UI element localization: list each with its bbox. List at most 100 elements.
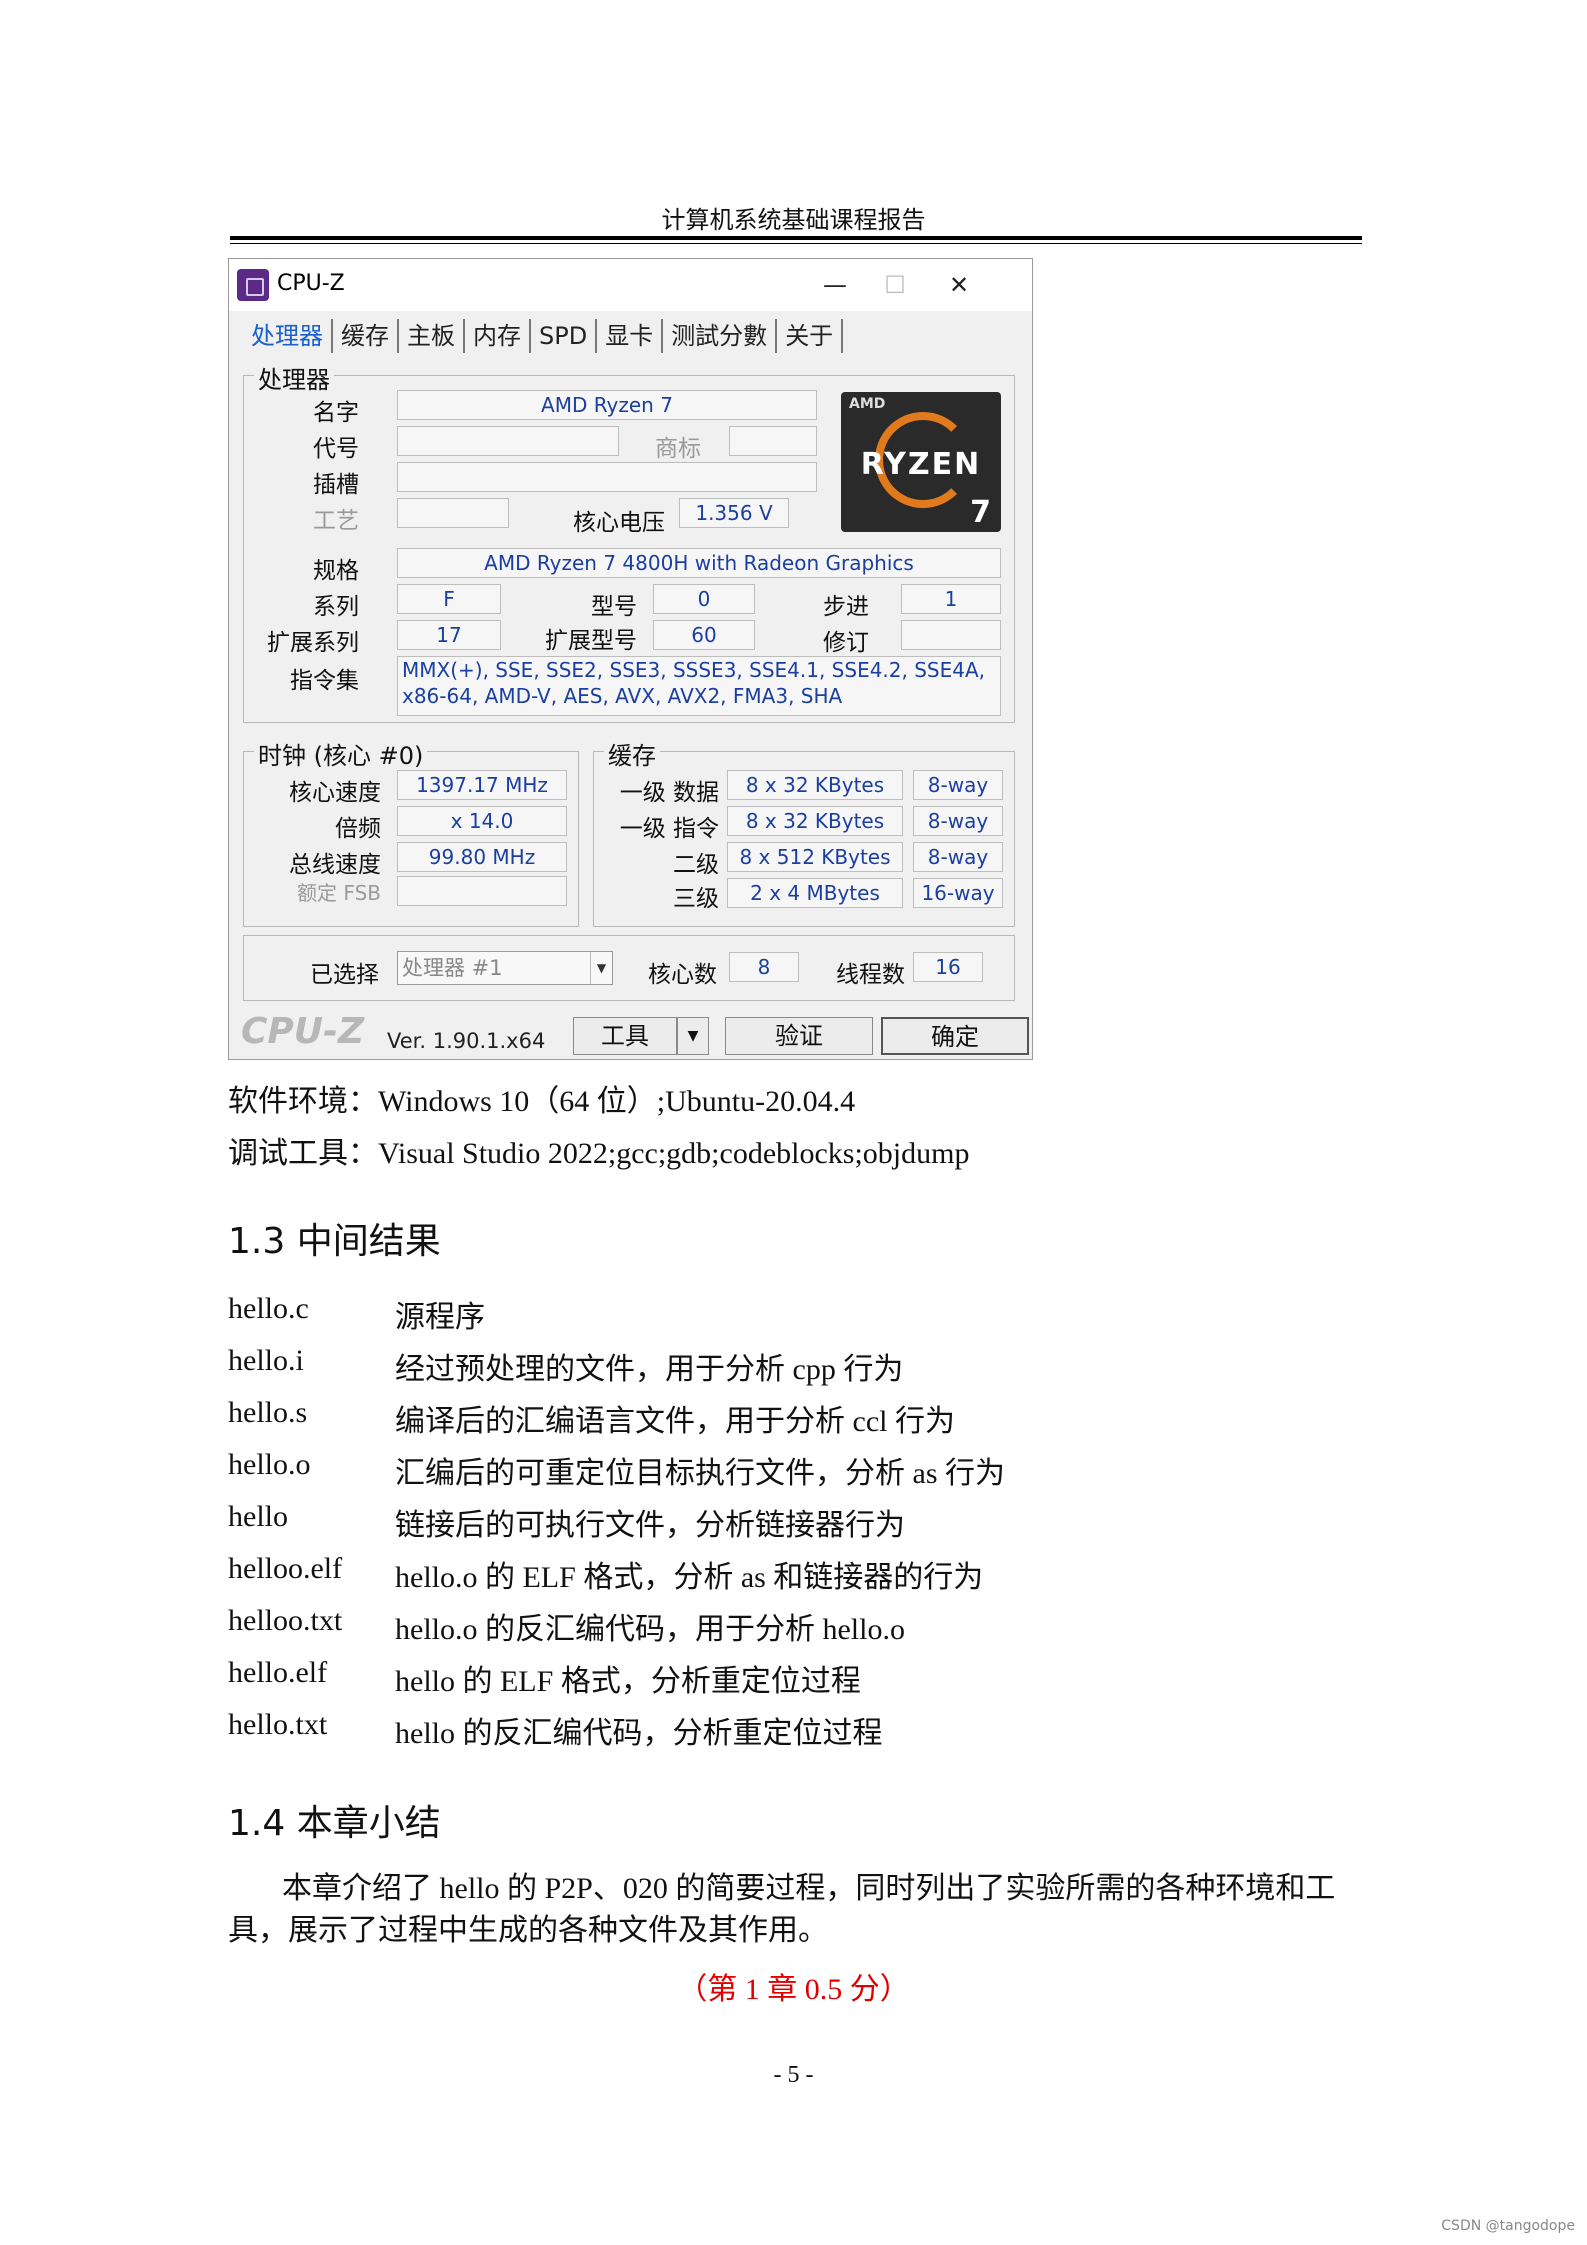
file-name: hello.o — [228, 1448, 311, 1481]
rated-fsb-field — [397, 876, 567, 906]
cores-label: 核心数 — [648, 962, 717, 988]
stepping-label: 步进 — [823, 594, 869, 620]
file-name: helloo.txt — [228, 1604, 343, 1637]
close-button[interactable]: ✕ — [929, 267, 989, 303]
core-speed-label: 核心速度 — [289, 780, 381, 806]
chapter-score: （第 1 章 0.5 分） — [677, 1973, 910, 2006]
ext-model-label: 扩展型号 — [545, 628, 637, 654]
file-desc: hello 的 ELF 格式，分析重定位过程 — [395, 1665, 861, 1698]
technology-field — [397, 498, 509, 528]
instructions-field: MMX(+), SSE, SSE2, SSE3, SSSE3, SSE4.1, … — [397, 656, 1001, 716]
name-label: 名字 — [313, 400, 359, 426]
codename-label: 代号 — [313, 436, 359, 462]
file-name: helloo.elf — [228, 1552, 343, 1585]
bus-speed-label: 总线速度 — [289, 852, 381, 878]
chevron-down-icon: ▼ — [590, 952, 612, 984]
codename-field — [397, 426, 619, 456]
file-desc: 经过预处理的文件，用于分析 cpp 行为 — [395, 1353, 904, 1386]
page-number: - 5 - — [773, 2062, 814, 2088]
cache-l2-label: 二级 — [673, 852, 719, 878]
selection-label: 已选择 — [310, 962, 379, 988]
section-1-4-title: 1.4 本章小结 — [228, 1803, 441, 1844]
cpuz-window-title: CPU-Z — [277, 271, 345, 296]
processor-group-label: 处理器 — [254, 360, 334, 395]
tools-button[interactable]: 工具 — [573, 1017, 677, 1055]
core-voltage-label: 核心电压 — [573, 510, 665, 536]
tab-spd[interactable]: SPD — [531, 319, 598, 353]
cache-l1d-way: 8-way — [913, 770, 1003, 800]
ext-family-field: 17 — [397, 620, 501, 650]
multiplier-field: x 14.0 — [397, 806, 567, 836]
tab-graphics[interactable]: 显卡 — [597, 319, 664, 353]
brand-field — [729, 426, 817, 456]
cache-l1i-way: 8-way — [913, 806, 1003, 836]
instructions-label: 指令集 — [290, 668, 359, 694]
file-name: hello.elf — [228, 1656, 328, 1689]
header-rule-thin — [230, 243, 1362, 244]
file-desc: 汇编后的可重定位目标执行文件，分析 as 行为 — [395, 1457, 1005, 1490]
revision-field — [901, 620, 1001, 650]
family-field: F — [397, 584, 501, 614]
rated-fsb-label: 额定 FSB — [297, 881, 381, 905]
minimize-button[interactable]: — — [805, 267, 865, 303]
file-name: hello.s — [228, 1396, 308, 1429]
cache-l3-label: 三级 — [673, 886, 719, 912]
tools-dropdown-button[interactable]: ▼ — [677, 1017, 709, 1055]
file-desc: 链接后的可执行文件，分析链接器行为 — [395, 1509, 905, 1542]
file-desc: hello.o 的反汇编代码，用于分析 hello.o — [395, 1613, 905, 1646]
ok-button[interactable]: 确定 — [881, 1017, 1029, 1055]
tab-processor[interactable]: 处理器 — [243, 319, 333, 353]
clocks-group-label: 时钟 (核心 #0) — [254, 736, 428, 771]
cache-group-label: 缓存 — [604, 736, 660, 771]
amd-logo-text: AMD — [849, 396, 886, 412]
ryzen-logo: AMD RYZEN 7 — [841, 392, 1001, 532]
ryzen-logo-number: 7 — [970, 495, 991, 530]
section-1-3-title: 1.3 中间结果 — [228, 1221, 441, 1262]
stepping-field: 1 — [901, 584, 1001, 614]
technology-label: 工艺 — [313, 508, 359, 534]
cpuz-footer-logo: CPU-Z — [241, 1011, 365, 1052]
cache-l2-size: 8 x 512 KBytes — [727, 842, 903, 872]
file-name: hello.c — [228, 1292, 309, 1325]
model-field: 0 — [653, 584, 755, 614]
cpuz-tabs: 处理器 缓存 主板 内存 SPD 显卡 测試分數 关于 — [243, 319, 844, 357]
tab-memory[interactable]: 内存 — [465, 319, 531, 353]
processor-select[interactable]: 处理器 #1 ▼ — [397, 951, 613, 985]
header-rule-thick — [230, 236, 1362, 240]
cpuz-version: Ver. 1.90.1.x64 — [387, 1029, 546, 1053]
core-voltage-field: 1.356 V — [679, 498, 789, 528]
multiplier-label: 倍频 — [335, 816, 381, 842]
ext-family-label: 扩展系列 — [267, 630, 359, 656]
file-desc: hello.o 的 ELF 格式，分析 as 和链接器的行为 — [395, 1561, 984, 1594]
tab-cache[interactable]: 缓存 — [333, 319, 399, 353]
specification-label: 规格 — [313, 558, 359, 584]
revision-label: 修订 — [823, 630, 869, 656]
cache-l1i-size: 8 x 32 KBytes — [727, 806, 903, 836]
cache-l1i-label: 一级 指令 — [619, 816, 719, 842]
cache-l3-way: 16-way — [913, 878, 1003, 908]
cache-l1d-size: 8 x 32 KBytes — [727, 770, 903, 800]
file-desc: 源程序 — [395, 1301, 485, 1334]
page-header-title: 计算机系统基础课程报告 — [661, 208, 926, 234]
maximize-button[interactable]: ☐ — [865, 267, 925, 303]
cpuz-titlebar: CPU-Z — ☐ ✕ — [229, 259, 1032, 311]
cpuz-window: CPU-Z — ☐ ✕ 处理器 缓存 主板 内存 SPD 显卡 测試分數 关于 … — [228, 258, 1033, 1060]
package-label: 插槽 — [313, 472, 359, 498]
family-label: 系列 — [313, 594, 359, 620]
file-desc: 编译后的汇编语言文件，用于分析 ccl 行为 — [395, 1405, 955, 1438]
file-desc: hello 的反汇编代码，分析重定位过程 — [395, 1717, 883, 1750]
core-speed-field: 1397.17 MHz — [397, 770, 567, 800]
debug-tools: 调试工具：Visual Studio 2022;gcc;gdb;codebloc… — [228, 1137, 970, 1170]
model-label: 型号 — [591, 594, 637, 620]
package-field — [397, 462, 817, 492]
validate-button[interactable]: 验证 — [725, 1017, 873, 1055]
tab-bench[interactable]: 测試分數 — [663, 319, 778, 353]
name-field: AMD Ryzen 7 — [397, 390, 817, 420]
threads-field: 16 — [913, 952, 983, 982]
brand-label: 商标 — [655, 436, 701, 462]
tab-about[interactable]: 关于 — [777, 319, 844, 353]
processor-select-value: 处理器 #1 — [402, 956, 503, 980]
watermark: CSDN @tangodope — [1441, 2218, 1575, 2234]
file-name: hello — [228, 1500, 288, 1533]
tab-mainboard[interactable]: 主板 — [399, 319, 465, 353]
